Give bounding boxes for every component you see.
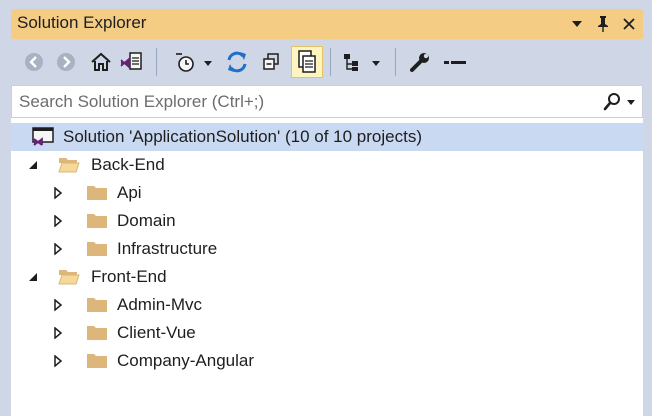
- title-bar: Solution Explorer: [11, 9, 643, 39]
- folder-label: Back-End: [91, 155, 165, 174]
- solution-tree: Solution 'ApplicationSolution' (10 of 10…: [11, 118, 643, 416]
- folder-icon: [87, 242, 107, 256]
- pin-icon: [598, 16, 608, 32]
- project-label: Admin-Mvc: [117, 295, 203, 314]
- toolbar-separator: [395, 48, 396, 76]
- project-node-api[interactable]: Api: [11, 179, 643, 207]
- view-class-diagram-button[interactable]: [339, 47, 387, 77]
- pending-changes-filter-button[interactable]: [171, 47, 217, 77]
- collapsed-arrow-icon[interactable]: [51, 185, 65, 201]
- close-icon: [623, 18, 635, 30]
- collapsed-arrow-icon[interactable]: [51, 325, 65, 341]
- folder-icon: [87, 298, 107, 312]
- project-node-admin-mvc[interactable]: Admin-Mvc: [11, 291, 643, 319]
- close-button[interactable]: [619, 13, 639, 35]
- toolbar-separator: [156, 48, 157, 76]
- search-input[interactable]: [19, 91, 579, 113]
- collapse-all-button[interactable]: [257, 47, 285, 77]
- back-button[interactable]: [20, 47, 48, 77]
- folder-icon: [87, 326, 107, 340]
- forward-icon: [57, 53, 75, 71]
- collapsed-arrow-icon[interactable]: [51, 353, 65, 369]
- solution-folder-back-end[interactable]: Back-End: [11, 151, 643, 179]
- project-label: Company-Angular: [117, 351, 255, 370]
- view-class-diagram-icon: [344, 54, 380, 71]
- search-icon[interactable]: [602, 92, 622, 112]
- project-label: Api: [117, 183, 142, 202]
- search-options: [602, 91, 636, 113]
- refresh-icon: [227, 51, 247, 73]
- window-position-dropdown-button[interactable]: [567, 13, 587, 35]
- pin-button[interactable]: [593, 13, 613, 35]
- preview-selected-items-button[interactable]: [441, 47, 469, 77]
- project-node-infrastructure[interactable]: Infrastructure: [11, 235, 643, 263]
- dropdown-arrow-icon: [572, 21, 582, 27]
- toolbar-separator: [330, 48, 331, 76]
- show-all-files-button[interactable]: [291, 46, 323, 78]
- folder-icon: [87, 214, 107, 228]
- home-icon: [91, 52, 111, 71]
- title-controls: [567, 11, 639, 37]
- open-folder-icon: [58, 158, 80, 173]
- solution-label: Solution 'ApplicationSolution' (10 of 10…: [63, 127, 422, 146]
- properties-icon: [410, 53, 429, 72]
- show-all-files-icon: [298, 50, 316, 73]
- collapsed-arrow-icon[interactable]: [51, 297, 65, 313]
- solution-folder-front-end[interactable]: Front-End: [11, 263, 643, 291]
- search-options-dropdown-icon[interactable]: [626, 98, 636, 106]
- collapse-all-icon: [263, 53, 279, 70]
- collapsed-arrow-icon[interactable]: [51, 241, 65, 257]
- switch-views-button[interactable]: [117, 47, 145, 77]
- collapsed-arrow-icon[interactable]: [51, 213, 65, 229]
- switch-views-icon: [120, 52, 142, 70]
- solution-explorer-window: Solution Explorer Search Solution Explor…: [0, 0, 652, 416]
- solution-node[interactable]: Solution 'ApplicationSolution' (10 of 10…: [11, 123, 643, 151]
- search-box: [11, 85, 643, 118]
- open-folder-icon: [58, 270, 80, 285]
- project-label: Client-Vue: [117, 323, 196, 342]
- expanded-arrow-icon[interactable]: [26, 157, 40, 173]
- back-icon: [25, 53, 43, 71]
- folder-icon: [87, 354, 107, 368]
- project-label: Infrastructure: [117, 239, 218, 258]
- window-title: Solution Explorer: [17, 13, 147, 32]
- refresh-button[interactable]: [223, 47, 251, 77]
- preview-selected-items-icon: [444, 61, 466, 64]
- project-node-domain[interactable]: Domain: [11, 207, 643, 235]
- folder-icon: [87, 186, 107, 200]
- project-node-company-angular[interactable]: Company-Angular: [11, 347, 643, 375]
- folder-label: Front-End: [91, 267, 167, 286]
- properties-button[interactable]: [406, 47, 434, 77]
- forward-button[interactable]: [52, 47, 80, 77]
- project-node-client-vue[interactable]: Client-Vue: [11, 319, 643, 347]
- expanded-arrow-icon[interactable]: [26, 269, 40, 285]
- pending-changes-filter-icon: [176, 53, 212, 72]
- solution-icon: [32, 127, 54, 146]
- toolbar: [11, 39, 643, 85]
- home-button[interactable]: [87, 47, 115, 77]
- project-label: Domain: [117, 211, 176, 230]
